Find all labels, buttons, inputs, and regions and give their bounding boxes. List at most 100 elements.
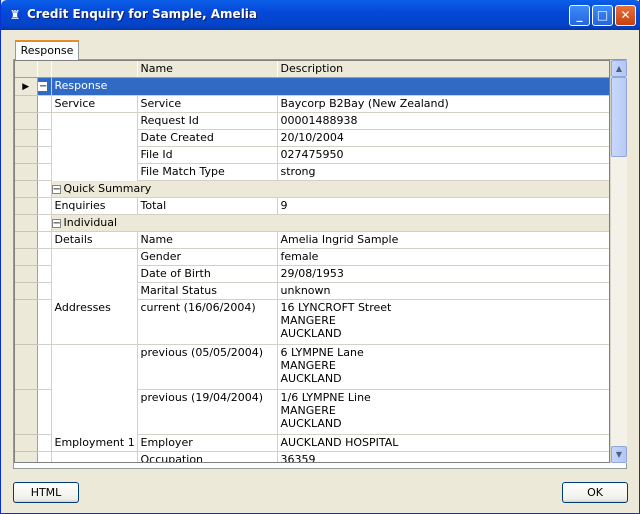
- group-row[interactable]: ▶ − Response: [15, 77, 609, 96]
- header-name[interactable]: Name: [137, 61, 278, 78]
- table-row[interactable]: File Match Type strong: [15, 163, 609, 181]
- name-cell[interactable]: Gender: [137, 248, 278, 266]
- collapse-toggle-icon[interactable]: −: [51, 184, 61, 194]
- name-cell[interactable]: Occupation: [137, 451, 278, 462]
- row-indent-cell: [37, 434, 52, 452]
- name-cell[interactable]: Name: [137, 231, 278, 249]
- table-row[interactable]: Occupation 36359: [15, 451, 609, 462]
- collapse-toggle-icon[interactable]: −: [38, 81, 47, 91]
- name-cell[interactable]: File Id: [137, 146, 278, 164]
- description-line: AUCKLAND: [280, 417, 342, 430]
- description-cell[interactable]: 16 LYNCROFT Street MANGERE AUCKLAND: [277, 299, 609, 345]
- group-header[interactable]: − Quick Summary: [51, 180, 609, 198]
- description-cell[interactable]: 6 LYMPNE Lane MANGERE AUCKLAND: [277, 344, 609, 390]
- ok-button[interactable]: OK: [562, 482, 628, 503]
- row-indent-cell: [37, 163, 52, 181]
- name-cell[interactable]: Total: [137, 197, 278, 215]
- scroll-down-button[interactable]: ▼: [611, 446, 627, 463]
- name-cell[interactable]: File Match Type: [137, 163, 278, 181]
- row-indicator[interactable]: [15, 434, 38, 452]
- table-row[interactable]: previous (05/05/2004) 6 LYMPNE Lane MANGER…: [15, 344, 609, 390]
- description-line: 1/6 LYMPNE Line: [280, 391, 371, 404]
- html-button[interactable]: HTML: [13, 482, 79, 503]
- group-row[interactable]: − Individual: [15, 214, 609, 232]
- name-cell[interactable]: previous (19/04/2004): [137, 389, 278, 435]
- table-row[interactable]: File Id 027475950: [15, 146, 609, 164]
- description-cell[interactable]: 36359: [277, 451, 609, 462]
- row-indicator[interactable]: [15, 451, 38, 462]
- row-indicator[interactable]: [15, 231, 38, 249]
- section-cell: [51, 146, 138, 164]
- description-cell[interactable]: AUCKLAND HOSPITAL: [277, 434, 609, 452]
- description-cell[interactable]: 29/08/1953: [277, 265, 609, 283]
- window-title: Credit Enquiry for Sample, Amelia: [27, 7, 258, 21]
- table-row[interactable]: Service Service Baycorp B2Bay (New Zealand…: [15, 95, 609, 113]
- title-bar[interactable]: ♜ Credit Enquiry for Sample, Amelia _ □ …: [1, 0, 640, 30]
- section-cell: [51, 265, 138, 283]
- header-indicator-cell: [15, 61, 38, 78]
- group-header[interactable]: − Individual: [51, 214, 609, 232]
- name-cell[interactable]: previous (05/05/2004): [137, 344, 278, 390]
- description-cell[interactable]: Baycorp B2Bay (New Zealand): [277, 95, 609, 113]
- row-indicator[interactable]: [15, 248, 38, 266]
- description-cell[interactable]: 20/10/2004: [277, 129, 609, 147]
- row-indent-cell: [37, 112, 52, 130]
- table-row[interactable]: Gender female: [15, 248, 609, 266]
- minimize-button[interactable]: _: [569, 5, 590, 26]
- table-row[interactable]: previous (19/04/2004) 1/6 LYMPNE Line MANG…: [15, 389, 609, 435]
- name-cell[interactable]: current (16/06/2004): [137, 299, 278, 345]
- row-indicator[interactable]: [15, 180, 38, 198]
- description-line: MANGERE: [280, 314, 336, 327]
- row-indicator[interactable]: [15, 112, 38, 130]
- row-indicator[interactable]: [15, 146, 38, 164]
- description-cell[interactable]: 00001488938: [277, 112, 609, 130]
- header-description[interactable]: Description: [277, 61, 609, 78]
- table-row[interactable]: Marital Status unknown: [15, 282, 609, 300]
- table-row[interactable]: Addresses current (16/06/2004) 16 LYNCROFT…: [15, 299, 609, 345]
- maximize-button[interactable]: □: [592, 5, 613, 26]
- name-cell[interactable]: Employer: [137, 434, 278, 452]
- description-cell[interactable]: 9: [277, 197, 609, 215]
- table-row[interactable]: Date Created 20/10/2004: [15, 129, 609, 147]
- table-row[interactable]: Date of Birth 29/08/1953: [15, 265, 609, 283]
- row-indicator[interactable]: [15, 95, 38, 113]
- scroll-thumb[interactable]: [611, 77, 627, 157]
- description-cell[interactable]: female: [277, 248, 609, 266]
- row-indent-cell: [37, 265, 52, 283]
- collapse-toggle-icon[interactable]: −: [51, 218, 61, 228]
- table-row[interactable]: Enquiries Total 9: [15, 197, 609, 215]
- description-cell[interactable]: strong: [277, 163, 609, 181]
- table-row[interactable]: Details Name Amelia Ingrid Sample: [15, 231, 609, 249]
- row-indicator[interactable]: [15, 129, 38, 147]
- group-row[interactable]: − Quick Summary: [15, 180, 609, 198]
- row-indicator[interactable]: [15, 344, 38, 390]
- tab-response[interactable]: Response: [15, 40, 79, 60]
- row-indicator[interactable]: [15, 163, 38, 181]
- description-cell[interactable]: 1/6 LYMPNE Line MANGERE AUCKLAND: [277, 389, 609, 435]
- name-cell[interactable]: Date of Birth: [137, 265, 278, 283]
- row-indicator[interactable]: [15, 389, 38, 435]
- description-line: Amelia Ingrid Sample: [280, 233, 399, 246]
- name-cell[interactable]: Service: [137, 95, 278, 113]
- table-row[interactable]: Request Id 00001488938: [15, 112, 609, 130]
- description-cell[interactable]: unknown: [277, 282, 609, 300]
- name-cell[interactable]: Request Id: [137, 112, 278, 130]
- description-line: 027475950: [280, 148, 344, 161]
- section-cell: [51, 129, 138, 147]
- description-cell[interactable]: Amelia Ingrid Sample: [277, 231, 609, 249]
- row-indicator[interactable]: [15, 282, 38, 300]
- name-cell[interactable]: Date Created: [137, 129, 278, 147]
- table-row[interactable]: Employment 1 Employer AUCKLAND HOSPITAL: [15, 434, 609, 452]
- row-indicator[interactable]: [15, 299, 38, 345]
- close-button[interactable]: ✕: [615, 5, 636, 26]
- vertical-scrollbar[interactable]: ▲ ▼: [610, 60, 627, 463]
- row-indicator[interactable]: [15, 265, 38, 283]
- name-cell[interactable]: Marital Status: [137, 282, 278, 300]
- group-header[interactable]: Response: [51, 77, 609, 96]
- response-grid[interactable]: Name Description ▶ − Response Service Servic…: [14, 60, 610, 463]
- scroll-up-button[interactable]: ▲: [611, 60, 627, 77]
- row-indicator[interactable]: [15, 214, 38, 232]
- row-indicator[interactable]: ▶: [15, 77, 38, 96]
- row-indicator[interactable]: [15, 197, 38, 215]
- description-cell[interactable]: 027475950: [277, 146, 609, 164]
